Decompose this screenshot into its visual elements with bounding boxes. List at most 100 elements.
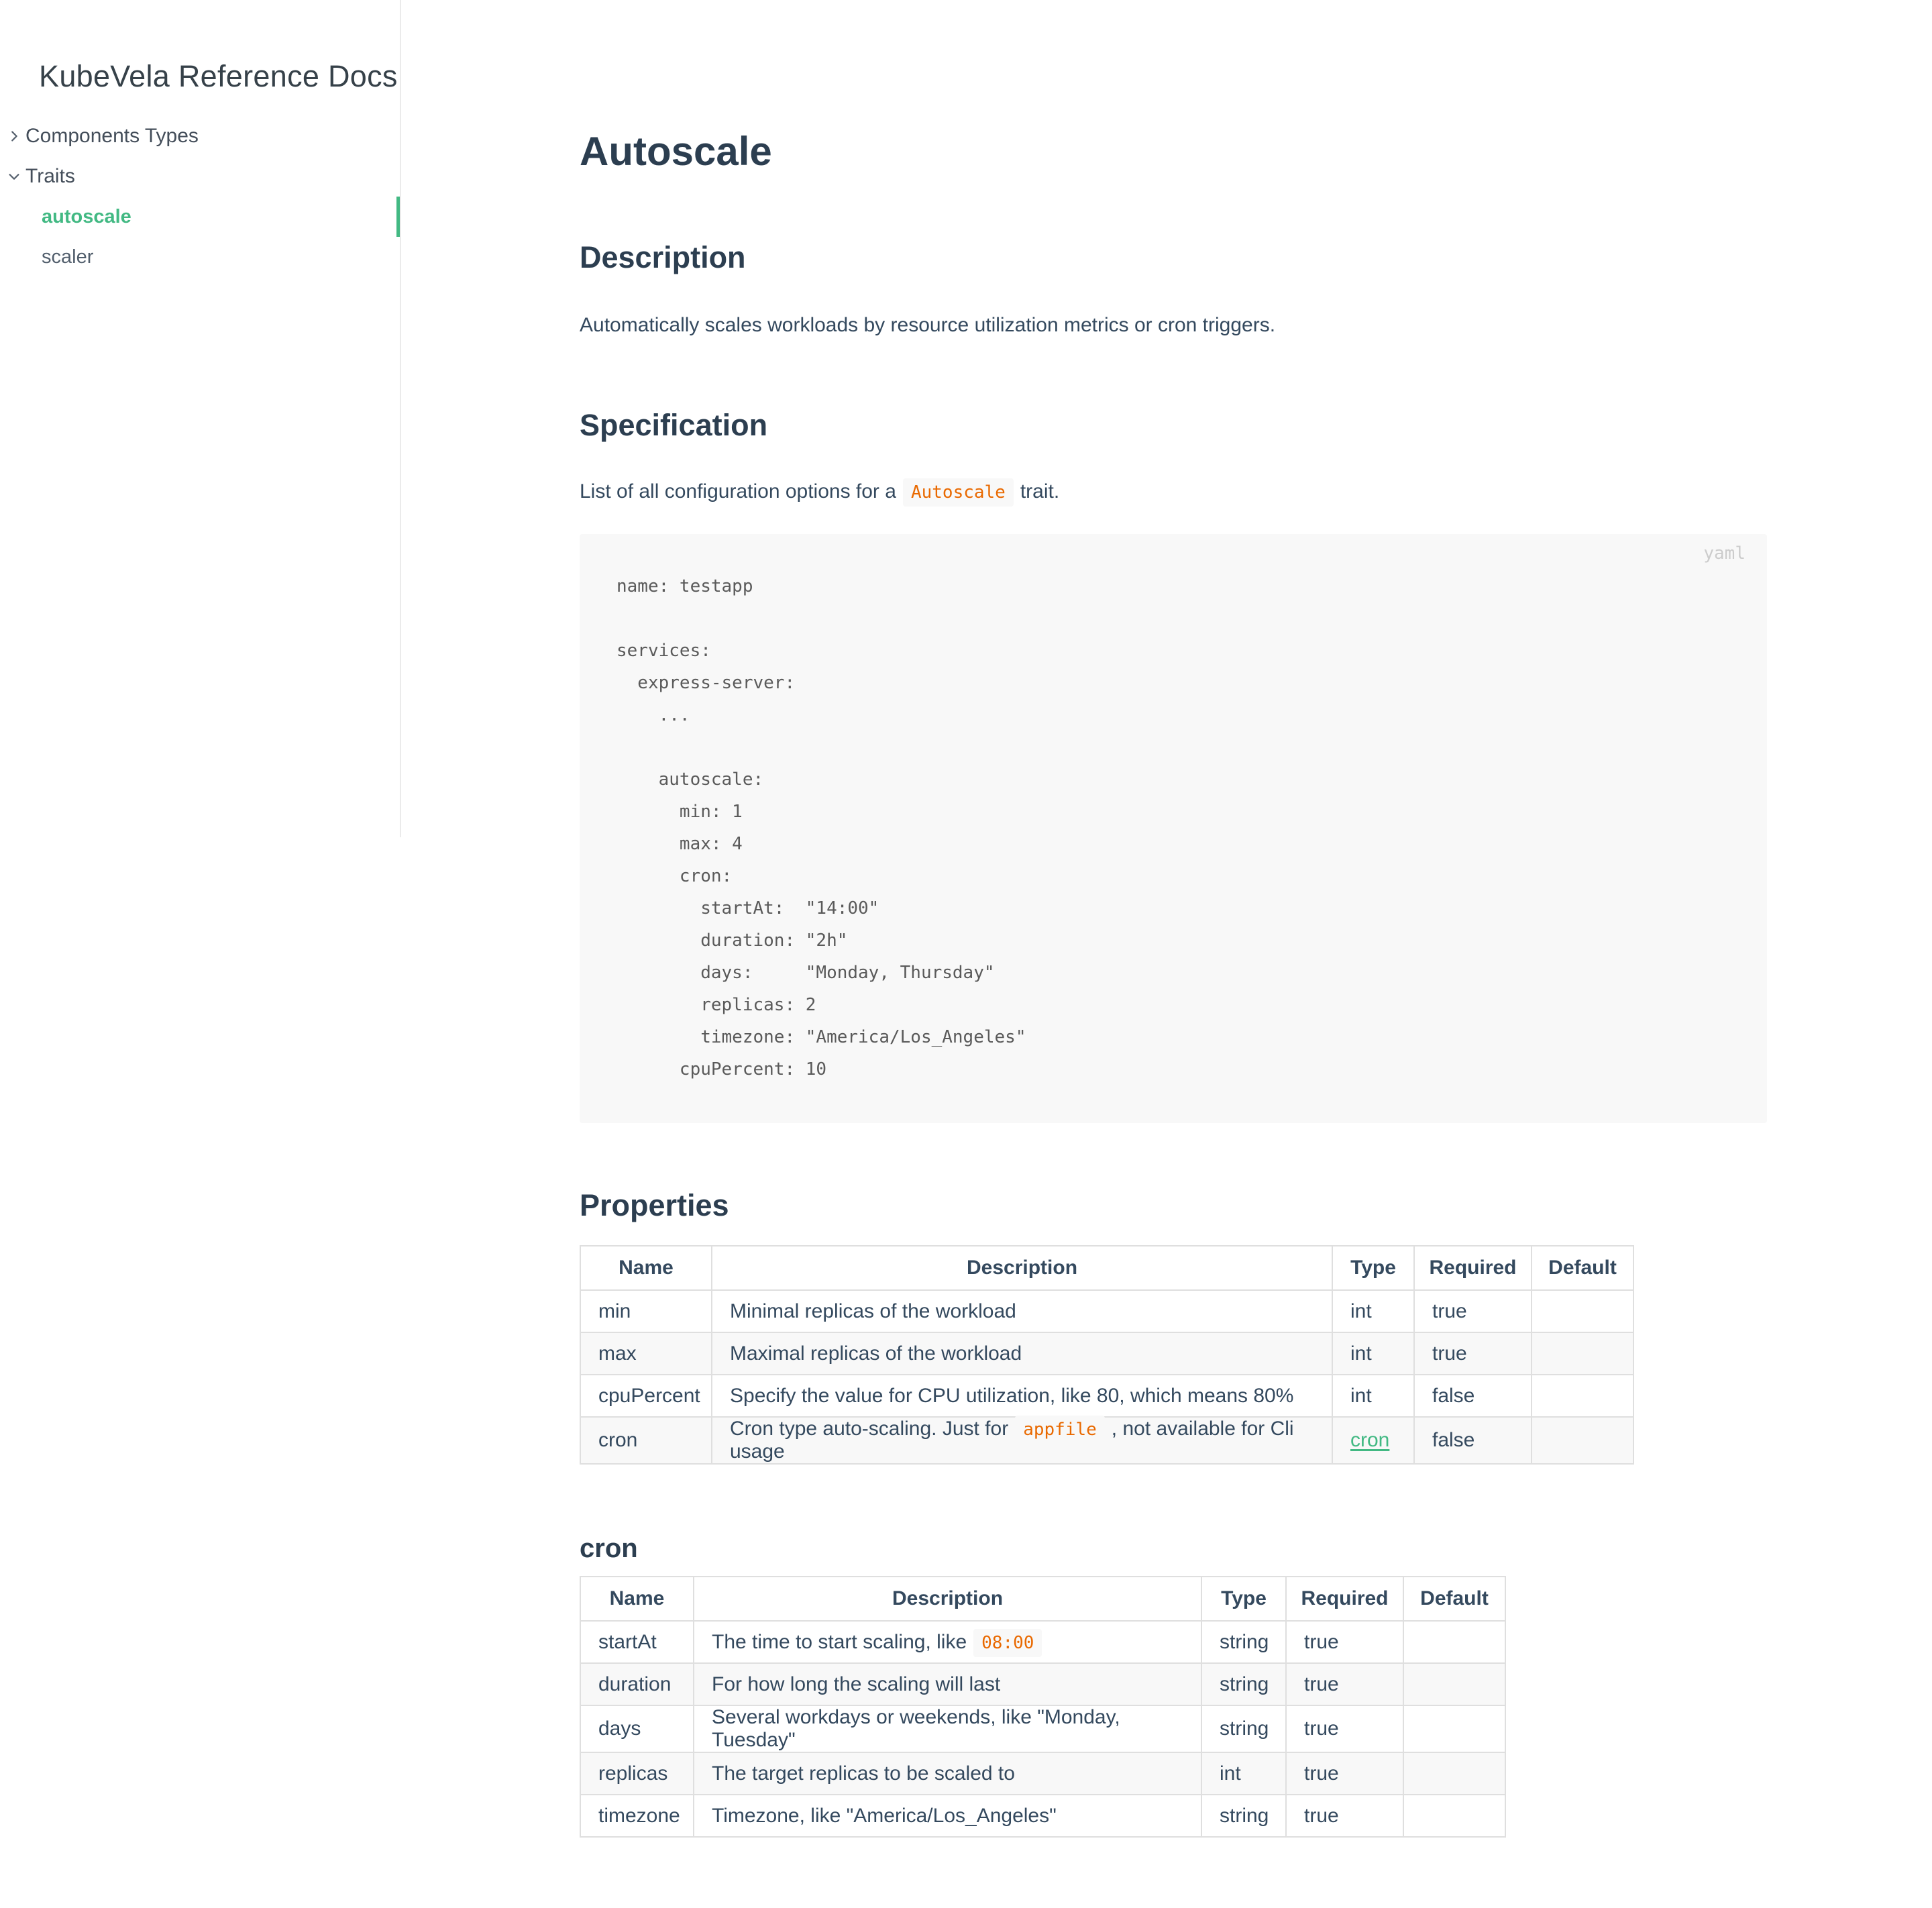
table-row: min Minimal replicas of the workload int… (580, 1290, 1633, 1332)
page-title: Autoscale (580, 127, 1767, 176)
column-header-description: Description (712, 1246, 1332, 1290)
cell-description-prefix: Cron type auto-scaling. Just for (730, 1418, 1008, 1440)
cell-default (1532, 1417, 1633, 1464)
table-header-row: Name Description Type Required Default (580, 1577, 1505, 1621)
cell-type: string (1201, 1621, 1286, 1663)
code-language-label: yaml (1703, 543, 1746, 564)
cell-required: true (1286, 1795, 1403, 1837)
column-header-default: Default (1403, 1577, 1505, 1621)
traits-sub-list: autoscale scaler (0, 197, 400, 277)
cell-name: max (580, 1332, 712, 1375)
cron-type-link[interactable]: cron (1350, 1429, 1389, 1451)
column-header-name: Name (580, 1246, 712, 1290)
sidebar-section-components-types[interactable]: Components Types (0, 116, 400, 156)
inline-code-0800: 08:00 (973, 1629, 1042, 1657)
sidebar-item-autoscale[interactable]: autoscale (42, 197, 400, 237)
cell-description: Minimal replicas of the workload (712, 1290, 1332, 1332)
cell-required: false (1414, 1375, 1532, 1417)
cell-default (1403, 1663, 1505, 1705)
cell-description: The target replicas to be scaled to (694, 1752, 1201, 1795)
cell-description: The time to start scaling, like 08:00 (694, 1621, 1201, 1663)
cell-type: string (1201, 1663, 1286, 1705)
cell-name: duration (580, 1663, 694, 1705)
cell-description: Timezone, like "America/Los_Angeles" (694, 1795, 1201, 1837)
yaml-code-block: yaml name: testapp services: express-serv… (580, 534, 1767, 1123)
cell-type: int (1201, 1752, 1286, 1795)
column-header-name: Name (580, 1577, 694, 1621)
cron-heading: cron (580, 1532, 1767, 1565)
cell-name: replicas (580, 1752, 694, 1795)
cell-required: true (1286, 1663, 1403, 1705)
table-row: cpuPercent Specify the value for CPU uti… (580, 1375, 1633, 1417)
cell-required: true (1286, 1752, 1403, 1795)
cell-default (1532, 1290, 1633, 1332)
cell-name: cpuPercent (580, 1375, 712, 1417)
cell-name: cron (580, 1417, 712, 1464)
table-row: timezone Timezone, like "America/Los_Ang… (580, 1795, 1505, 1837)
properties-table: Name Description Type Required Default m… (580, 1245, 1634, 1465)
sidebar-section-traits[interactable]: Traits (0, 156, 400, 197)
cell-required: false (1414, 1417, 1532, 1464)
cell-type: int (1332, 1375, 1414, 1417)
sidebar-section-traits-group: Traits autoscale scaler (0, 156, 400, 277)
table-row: startAt The time to start scaling, like 0… (580, 1621, 1505, 1663)
cell-type: cron (1332, 1417, 1414, 1464)
table-row: cron Cron type auto-scaling. Just for app… (580, 1417, 1633, 1464)
cell-name: timezone (580, 1795, 694, 1837)
cell-description: Cron type auto-scaling. Just forappfile,… (712, 1417, 1332, 1464)
cell-description-prefix: The time to start scaling, like (712, 1631, 967, 1653)
specification-heading: Specification (580, 407, 1767, 443)
cell-name: days (580, 1705, 694, 1752)
table-header-row: Name Description Type Required Default (580, 1246, 1633, 1290)
cell-description: Maximal replicas of the workload (712, 1332, 1332, 1375)
column-header-type: Type (1201, 1577, 1286, 1621)
cell-default (1532, 1375, 1633, 1417)
cell-description: Several workdays or weekends, like "Mond… (694, 1705, 1201, 1752)
chevron-right-icon[interactable] (7, 129, 21, 144)
cell-required: true (1286, 1621, 1403, 1663)
cell-default (1403, 1621, 1505, 1663)
cell-default (1532, 1332, 1633, 1375)
specification-intro: List of all configuration options for a A… (580, 472, 1767, 513)
cell-description: For how long the scaling will last (694, 1663, 1201, 1705)
sidebar-nav: Components Types Traits autoscale scaler (0, 116, 400, 277)
sidebar-section-label: Traits (25, 165, 75, 188)
inline-code-appfile: appfile (1015, 1416, 1105, 1444)
sidebar-item-autoscale-link[interactable]: autoscale (42, 206, 131, 228)
cell-type: string (1201, 1705, 1286, 1752)
sidebar: KubeVela Reference Docs Components Types… (0, 0, 401, 837)
sidebar-item-scaler[interactable]: scaler (42, 237, 400, 277)
column-header-default: Default (1532, 1246, 1633, 1290)
column-header-required: Required (1414, 1246, 1532, 1290)
main-content: Autoscale Description Automatically scal… (580, 0, 1767, 1838)
cell-name: startAt (580, 1621, 694, 1663)
cell-default (1403, 1752, 1505, 1795)
description-text: Automatically scales workloads by resour… (580, 309, 1767, 341)
cell-name: min (580, 1290, 712, 1332)
properties-heading: Properties (580, 1187, 1767, 1224)
description-heading: Description (580, 240, 1767, 276)
cell-required: true (1414, 1290, 1532, 1332)
cell-required: true (1414, 1332, 1532, 1375)
spec-intro-suffix: trait. (1020, 480, 1059, 502)
cell-description: Specify the value for CPU utilization, l… (712, 1375, 1332, 1417)
yaml-code: name: testapp services: express-server: … (616, 570, 1727, 1085)
column-header-required: Required (1286, 1577, 1403, 1621)
cell-default (1403, 1795, 1505, 1837)
cell-default (1403, 1705, 1505, 1752)
cell-type: int (1332, 1332, 1414, 1375)
table-row: replicas The target replicas to be scale… (580, 1752, 1505, 1795)
table-row: max Maximal replicas of the workload int… (580, 1332, 1633, 1375)
sidebar-item-scaler-link[interactable]: scaler (42, 246, 93, 268)
spec-intro-prefix: List of all configuration options for a (580, 480, 896, 502)
chevron-down-icon[interactable] (7, 169, 21, 184)
table-row: days Several workdays or weekends, like … (580, 1705, 1505, 1752)
cell-required: true (1286, 1705, 1403, 1752)
column-header-type: Type (1332, 1246, 1414, 1290)
cell-type: string (1201, 1795, 1286, 1837)
column-header-description: Description (694, 1577, 1201, 1621)
inline-code-autoscale: Autoscale (903, 478, 1014, 507)
sidebar-section-label: Components Types (25, 125, 199, 148)
app-title[interactable]: KubeVela Reference Docs (39, 59, 398, 94)
table-row: duration For how long the scaling will l… (580, 1663, 1505, 1705)
